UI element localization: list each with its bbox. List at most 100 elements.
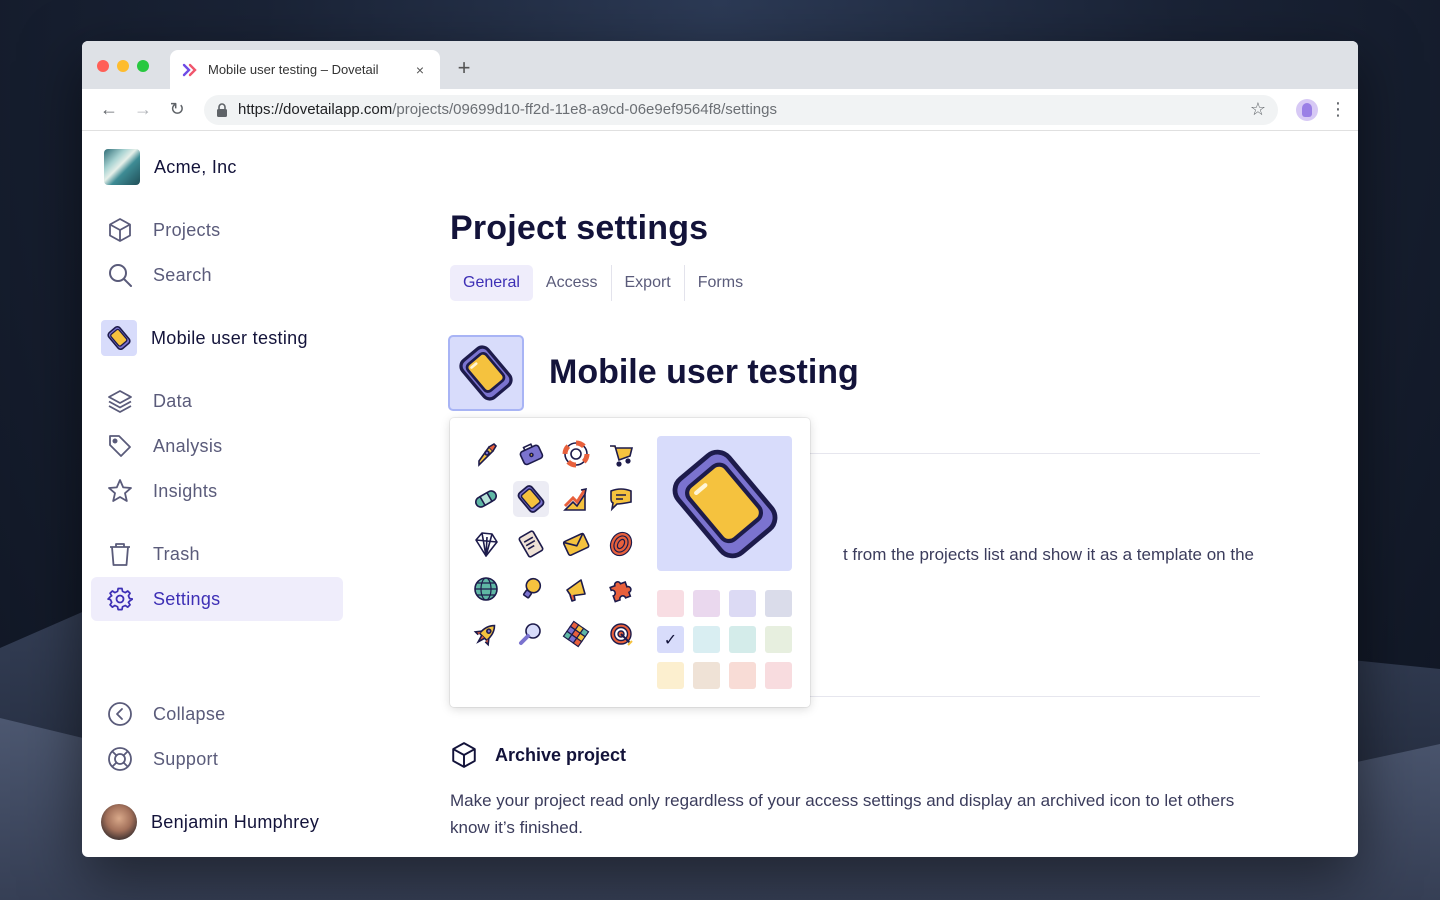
tab-title: Mobile user testing – Dovetail: [208, 62, 379, 77]
sidebar-item-label: Collapse: [153, 703, 226, 724]
maximize-window-button[interactable]: [137, 60, 149, 72]
document-icon[interactable]: [513, 526, 549, 562]
archive-description: Make your project read only regardless o…: [450, 791, 1235, 837]
phone-icon[interactable]: [513, 481, 549, 517]
trash-icon: [107, 541, 133, 567]
new-tab-button[interactable]: +: [452, 55, 476, 81]
color-swatch[interactable]: [729, 626, 756, 653]
sidebar-item-projects[interactable]: Projects: [91, 208, 343, 252]
search-icon: [107, 262, 133, 288]
color-swatch-selected[interactable]: ✓: [657, 626, 684, 653]
sidebar-item-search[interactable]: Search: [91, 253, 343, 297]
dovetail-logo-icon: [182, 63, 197, 76]
sidebar-item-label: Insights: [153, 480, 218, 501]
browser-toolbar: ← → ↻ https://dovetailapp.com/projects/0…: [82, 89, 1358, 131]
magnifier-icon[interactable]: [513, 616, 549, 652]
tab-general[interactable]: General: [450, 265, 533, 301]
sidebar-item-support[interactable]: Support: [91, 737, 343, 781]
target-icon[interactable]: [603, 616, 639, 652]
icon-grid: [464, 432, 644, 657]
color-swatch[interactable]: [729, 590, 756, 617]
envelope-icon[interactable]: [558, 526, 594, 562]
tab-access[interactable]: Access: [533, 265, 611, 301]
icon-preview: [657, 436, 792, 571]
close-tab-icon[interactable]: ×: [412, 62, 428, 78]
lightbulb-icon[interactable]: [513, 571, 549, 607]
url-host: https://dovetailapp.com: [238, 101, 393, 118]
sidebar-item-insights[interactable]: Insights: [91, 469, 343, 513]
megaphone-icon[interactable]: [558, 571, 594, 607]
sidebar-item-label: Analysis: [153, 435, 223, 456]
sidebar-item-label: Data: [153, 390, 193, 411]
puzzle-icon[interactable]: [603, 571, 639, 607]
cube-icon: [107, 217, 133, 243]
forward-button[interactable]: →: [126, 95, 160, 125]
project-name[interactable]: Mobile user testing: [549, 353, 859, 392]
close-window-button[interactable]: [97, 60, 109, 72]
tab-forms[interactable]: Forms: [685, 265, 756, 301]
globe-icon[interactable]: [468, 571, 504, 607]
address-bar[interactable]: https://dovetailapp.com/projects/09699d1…: [204, 94, 1278, 125]
org-logo: [104, 149, 140, 185]
sidebar-item-trash[interactable]: Trash: [91, 532, 343, 576]
phone-icon: [101, 320, 137, 356]
project-icon-button[interactable]: [448, 335, 524, 411]
back-button[interactable]: ←: [92, 95, 126, 125]
rocket-icon[interactable]: [468, 436, 504, 472]
browser-tab[interactable]: Mobile user testing – Dovetail ×: [170, 50, 440, 89]
color-swatch[interactable]: [693, 590, 720, 617]
fingerprint-icon[interactable]: [603, 526, 639, 562]
color-swatch[interactable]: [729, 662, 756, 689]
suitcase-icon[interactable]: [513, 436, 549, 472]
check-icon: ✓: [663, 630, 678, 649]
sidebar-item-label: Support: [153, 748, 219, 769]
sidebar-item-settings[interactable]: Settings: [91, 577, 343, 621]
org-switcher[interactable]: Acme, Inc: [104, 149, 237, 185]
sidebar-item-current-project[interactable]: Mobile user testing: [91, 316, 343, 360]
sidebar-item-collapse[interactable]: Collapse: [91, 692, 343, 736]
sidebar-item-label: Projects: [153, 219, 221, 240]
speech-bubble-icon[interactable]: [603, 481, 639, 517]
color-swatch[interactable]: [693, 662, 720, 689]
tag-icon: [107, 433, 133, 459]
profile-avatar-icon[interactable]: [1296, 98, 1318, 121]
rocket-launch-icon[interactable]: [468, 616, 504, 652]
user-name: Benjamin Humphrey: [151, 811, 320, 832]
diamond-icon[interactable]: [468, 526, 504, 562]
user-profile[interactable]: Benjamin Humphrey: [91, 800, 343, 844]
color-swatch[interactable]: [765, 626, 792, 653]
reload-button[interactable]: ↻: [160, 95, 194, 125]
sidebar: Acme, Inc Projects Search Mobile user te…: [82, 131, 352, 857]
avatar: [101, 804, 137, 840]
layers-icon: [107, 388, 133, 414]
browser-menu-icon[interactable]: ⋮: [1328, 99, 1348, 120]
phone-icon: [672, 449, 777, 558]
minimize-window-button[interactable]: [117, 60, 129, 72]
bandage-icon[interactable]: [468, 481, 504, 517]
bookmark-star-icon[interactable]: ☆: [1250, 99, 1266, 120]
sidebar-item-label: Trash: [153, 543, 200, 564]
rubiks-cube-icon[interactable]: [558, 616, 594, 652]
sidebar-item-label: Settings: [153, 588, 221, 609]
settings-tabs: General Access Export Forms: [450, 265, 756, 301]
chart-up-icon[interactable]: [558, 481, 594, 517]
lifebuoy-icon[interactable]: [558, 436, 594, 472]
icon-picker-popover: ✓: [450, 418, 810, 707]
sidebar-item-analysis[interactable]: Analysis: [91, 424, 343, 468]
sidebar-item-label: Search: [153, 264, 212, 285]
color-swatch[interactable]: [693, 626, 720, 653]
color-swatch[interactable]: [657, 590, 684, 617]
archive-cube-icon: [450, 741, 478, 774]
url-path: /projects/09699d10-ff2d-11e8-a9cd-06e9ef…: [392, 101, 777, 118]
url-text: https://dovetailapp.com/projects/09699d1…: [238, 101, 1240, 118]
sidebar-item-data[interactable]: Data: [91, 379, 343, 423]
lock-icon: [217, 102, 227, 117]
shopping-cart-icon[interactable]: [603, 436, 639, 472]
phone-icon: [459, 345, 513, 401]
color-swatch[interactable]: [765, 662, 792, 689]
color-swatch[interactable]: [765, 590, 792, 617]
star-icon: [107, 478, 133, 504]
color-swatch[interactable]: [657, 662, 684, 689]
tab-export[interactable]: Export: [612, 265, 684, 301]
gear-icon: [107, 586, 133, 612]
